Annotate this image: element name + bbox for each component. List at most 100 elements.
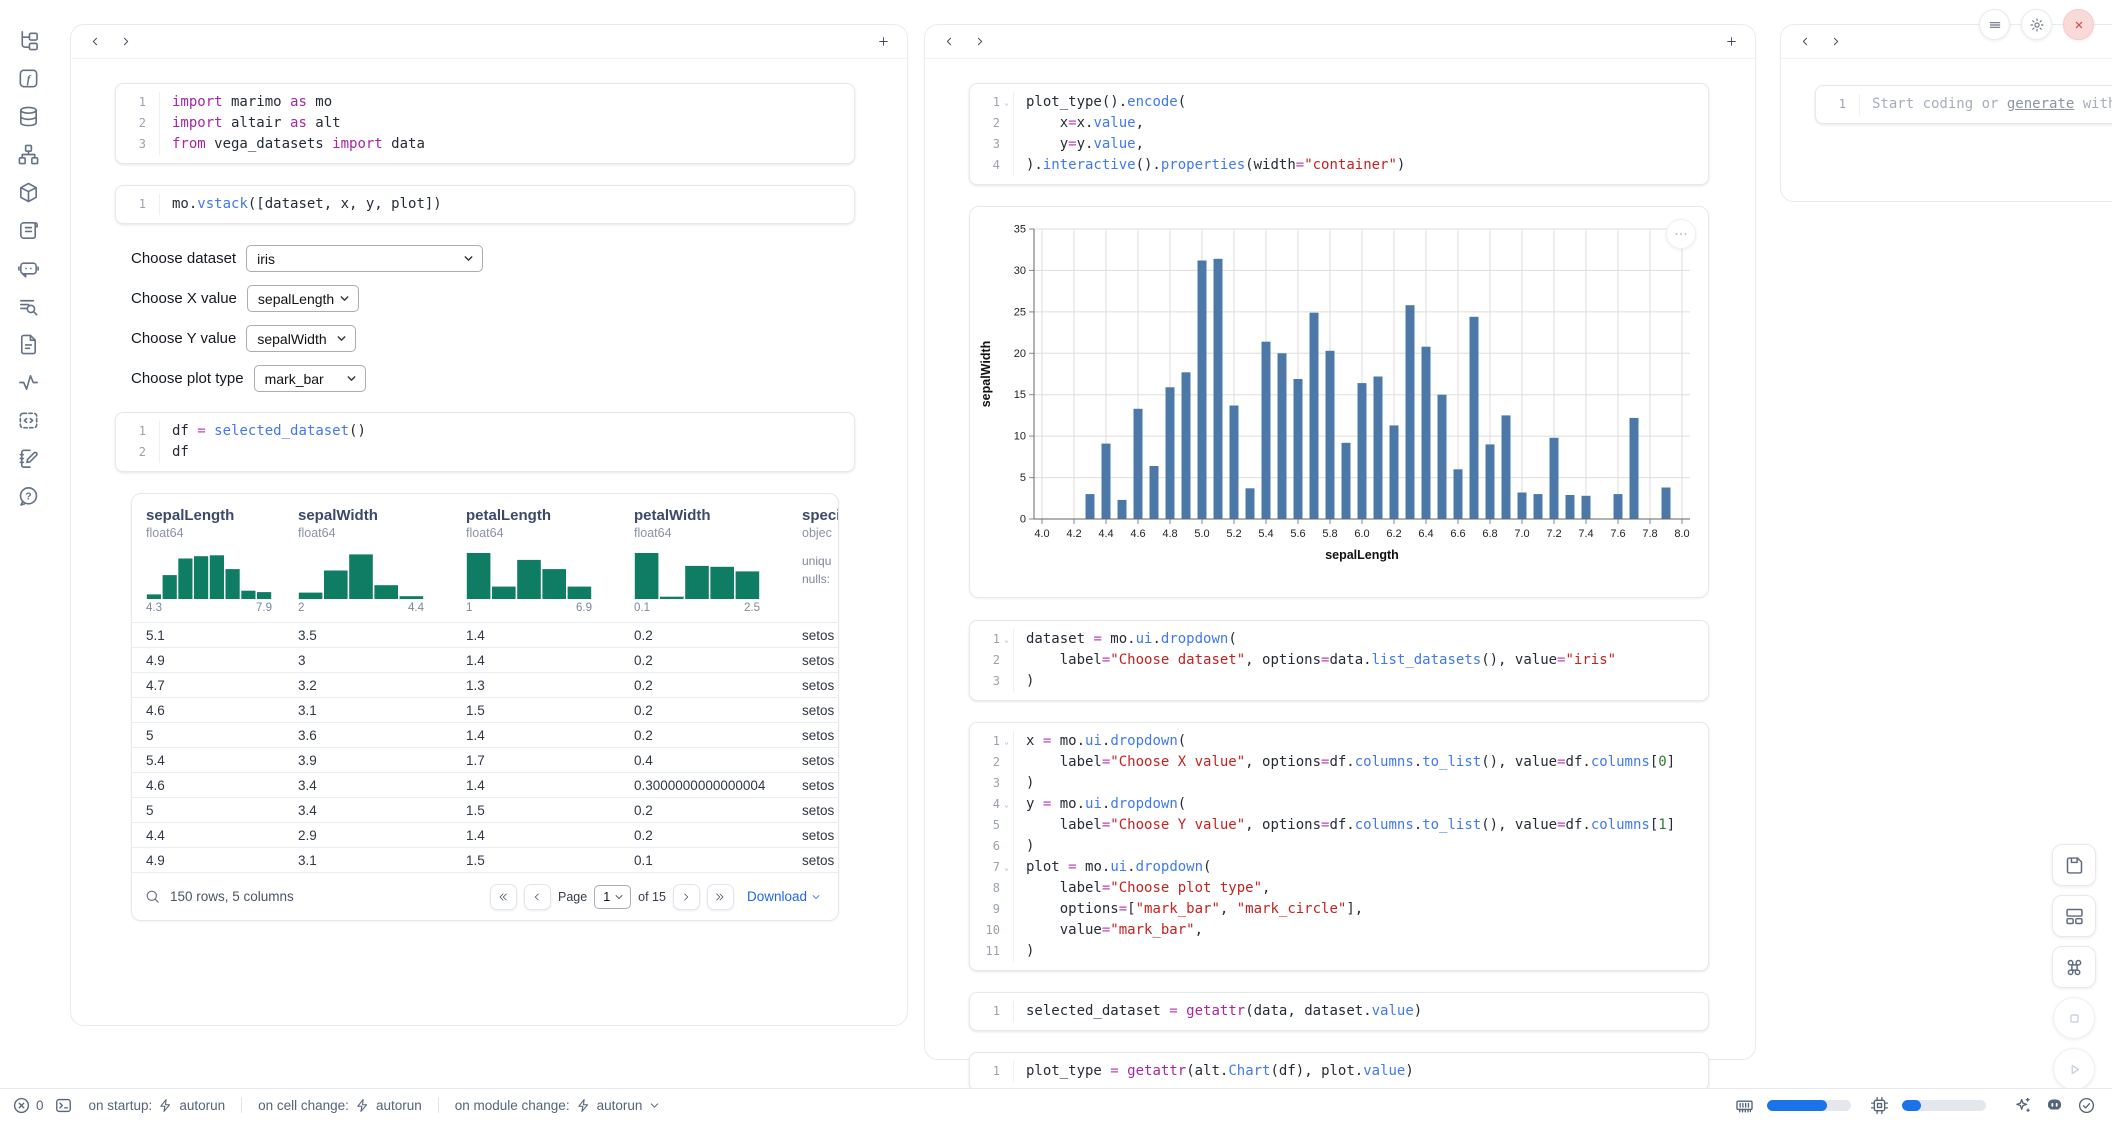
code-line: label="Choose plot type", — [1013, 878, 1696, 899]
copilot-icon[interactable] — [2045, 1096, 2064, 1115]
code-line: label="Choose Y value", options=df.colum… — [1013, 815, 1696, 836]
code-line: y = mo.ui.dropdown( — [1013, 794, 1696, 815]
line-number: 2 — [116, 442, 146, 463]
first-page-button[interactable] — [490, 884, 517, 910]
close-icon — [2071, 17, 2087, 33]
collapse-icon[interactable]: ⌄ — [1000, 629, 1013, 650]
error-count-badge[interactable]: 0 — [12, 1096, 44, 1115]
runtime-config-on-module-change[interactable]: on module change:autorun — [438, 1098, 678, 1113]
svg-text:4.0: 4.0 — [1034, 528, 1049, 540]
runtime-config-on-cell-change[interactable]: on cell change:autorun — [241, 1098, 438, 1113]
generate-link[interactable]: generate — [2007, 96, 2074, 112]
empty-code-cell[interactable]: 1 Start coding or generate with — [1815, 85, 2112, 124]
sidebar-item-snippets[interactable] — [16, 408, 41, 433]
collapse-icon[interactable]: ⌄ — [1000, 92, 1013, 113]
sidebar-item-logs[interactable] — [16, 218, 41, 243]
code-line: import altair as alt — [159, 113, 842, 134]
sidebar-item-datasource[interactable] — [16, 104, 41, 129]
chevron-down-icon — [462, 252, 475, 265]
runtime-config-on-startup[interactable]: on startup:autorun — [73, 1098, 242, 1113]
sidebar-item-scratchpad[interactable] — [16, 446, 41, 471]
dropdown-choose-dataset[interactable]: iris — [246, 245, 483, 272]
column-next-button[interactable] — [967, 30, 991, 54]
sidebar-item-help[interactable]: ? — [16, 484, 41, 509]
collapse-icon[interactable]: ⌄ — [1000, 794, 1013, 815]
hamburger-icon — [1987, 17, 2003, 33]
sidebar-item-file-tree[interactable] — [16, 28, 41, 53]
sidebar-item-functions[interactable]: f — [16, 66, 41, 91]
collapse-icon[interactable]: ⌄ — [1000, 857, 1013, 878]
gear-icon — [2029, 17, 2045, 33]
layout-toggle-button[interactable] — [2052, 895, 2096, 937]
table-cell: setos — [802, 753, 838, 768]
chart-menu-button[interactable] — [1666, 219, 1696, 249]
code-cell-dataset-dropdown[interactable]: 1⌄dataset = mo.ui.dropdown(2 label="Choo… — [969, 620, 1709, 701]
code-cell-selected-dataset[interactable]: 1selected_dataset = getattr(data, datase… — [969, 992, 1709, 1031]
stop-kernel-button[interactable] — [2053, 997, 2095, 1039]
code-cell-imports[interactable]: 1import marimo as mo2import altair as al… — [115, 83, 855, 164]
column-2-header — [925, 25, 1755, 59]
table-cell: 1.5 — [466, 853, 634, 868]
sidebar-item-tracing[interactable] — [16, 370, 41, 395]
code-cell-plot-encode[interactable]: 1⌄plot_type().encode(2 x=x.value,3 y=y.v… — [969, 83, 1709, 185]
code-line: ) — [1013, 941, 1696, 962]
add-cell-button[interactable] — [1719, 30, 1743, 54]
settings-button[interactable] — [2021, 9, 2052, 40]
svg-text:7.8: 7.8 — [1642, 528, 1657, 540]
sidebar-item-ai-chat[interactable] — [16, 256, 41, 281]
bolt-icon — [355, 1098, 370, 1113]
svg-text:20: 20 — [1014, 348, 1026, 360]
column-prev-button[interactable] — [937, 30, 961, 54]
column-prev-button[interactable] — [83, 30, 107, 54]
prev-page-button[interactable] — [524, 884, 551, 910]
dropdown-choose-y-value[interactable]: sepalWidth — [246, 325, 356, 352]
shutdown-button[interactable] — [2063, 9, 2094, 40]
next-page-button[interactable] — [673, 884, 700, 910]
dropdown-choose-plot-type[interactable]: mark_bar — [254, 365, 366, 392]
sidebar-item-documentation[interactable] — [16, 332, 41, 357]
svg-text:0: 0 — [1020, 514, 1026, 526]
save-icon — [2064, 855, 2085, 876]
run-all-button[interactable] — [2053, 1048, 2095, 1090]
code-cell-vstack[interactable]: 1mo.vstack([dataset, x, y, plot]) — [115, 185, 855, 224]
bar-chart[interactable]: 4.04.24.44.64.85.05.25.45.65.86.06.26.46… — [976, 219, 1708, 576]
svg-text:6.2: 6.2 — [1386, 528, 1401, 540]
dropdown-label: Choose Y value — [131, 330, 236, 347]
terminal-button[interactable] — [54, 1096, 73, 1115]
download-button[interactable]: Download — [747, 889, 822, 904]
command-palette-button[interactable] — [2052, 946, 2096, 988]
code-cell-plot-type[interactable]: 1plot_type = getattr(alt.Chart(df), plot… — [969, 1052, 1709, 1091]
last-page-button[interactable] — [707, 884, 734, 910]
menu-button[interactable] — [1979, 9, 2010, 40]
column-header-petalLength: petalLengthfloat6416.9 — [466, 494, 634, 622]
column-1-header — [71, 25, 907, 59]
table-cell: 4.7 — [146, 678, 298, 693]
svg-text:8.0: 8.0 — [1674, 528, 1689, 540]
column-next-button[interactable] — [113, 30, 137, 54]
code-cell-df[interactable]: 1df = selected_dataset()2df — [115, 412, 855, 472]
sidebar-item-search-list[interactable] — [16, 294, 41, 319]
column-prev-button[interactable] — [1793, 30, 1817, 54]
page-select[interactable]: 1 — [594, 885, 631, 909]
column-header-sepalWidth: sepalWidthfloat6424.4 — [298, 494, 466, 622]
table-cell: 3.2 — [298, 678, 466, 693]
collapse-icon[interactable]: ⌄ — [1000, 731, 1013, 752]
vstack-output: Choose datasetirisChoose X valuesepalLen… — [131, 245, 879, 392]
altair-chart-output[interactable]: 4.04.24.44.64.85.05.25.45.65.86.06.26.46… — [969, 206, 1709, 598]
dropdown-choose-x-value[interactable]: sepalLength — [247, 285, 359, 312]
table-cell: 3.6 — [298, 728, 466, 743]
connection-status-icon[interactable] — [2077, 1096, 2096, 1115]
search-icon[interactable] — [144, 888, 161, 905]
sparkles-icon[interactable] — [2013, 1096, 2032, 1115]
code-cell-xy-plot-dropdowns[interactable]: 1⌄x = mo.ui.dropdown(2 label="Choose X v… — [969, 722, 1709, 971]
sidebar-item-dependency-graph[interactable] — [16, 142, 41, 167]
add-cell-button[interactable] — [871, 30, 895, 54]
column-next-button[interactable] — [1823, 30, 1847, 54]
line-number: 3 — [116, 134, 146, 155]
save-notebook-button[interactable] — [2052, 844, 2096, 886]
sidebar-item-packages[interactable] — [16, 180, 41, 205]
sparkles-icon — [2013, 1096, 2032, 1115]
window-controls — [1979, 9, 2094, 40]
check-circle-icon — [2077, 1096, 2096, 1115]
table-summary: 150 rows, 5 columns — [170, 889, 294, 904]
